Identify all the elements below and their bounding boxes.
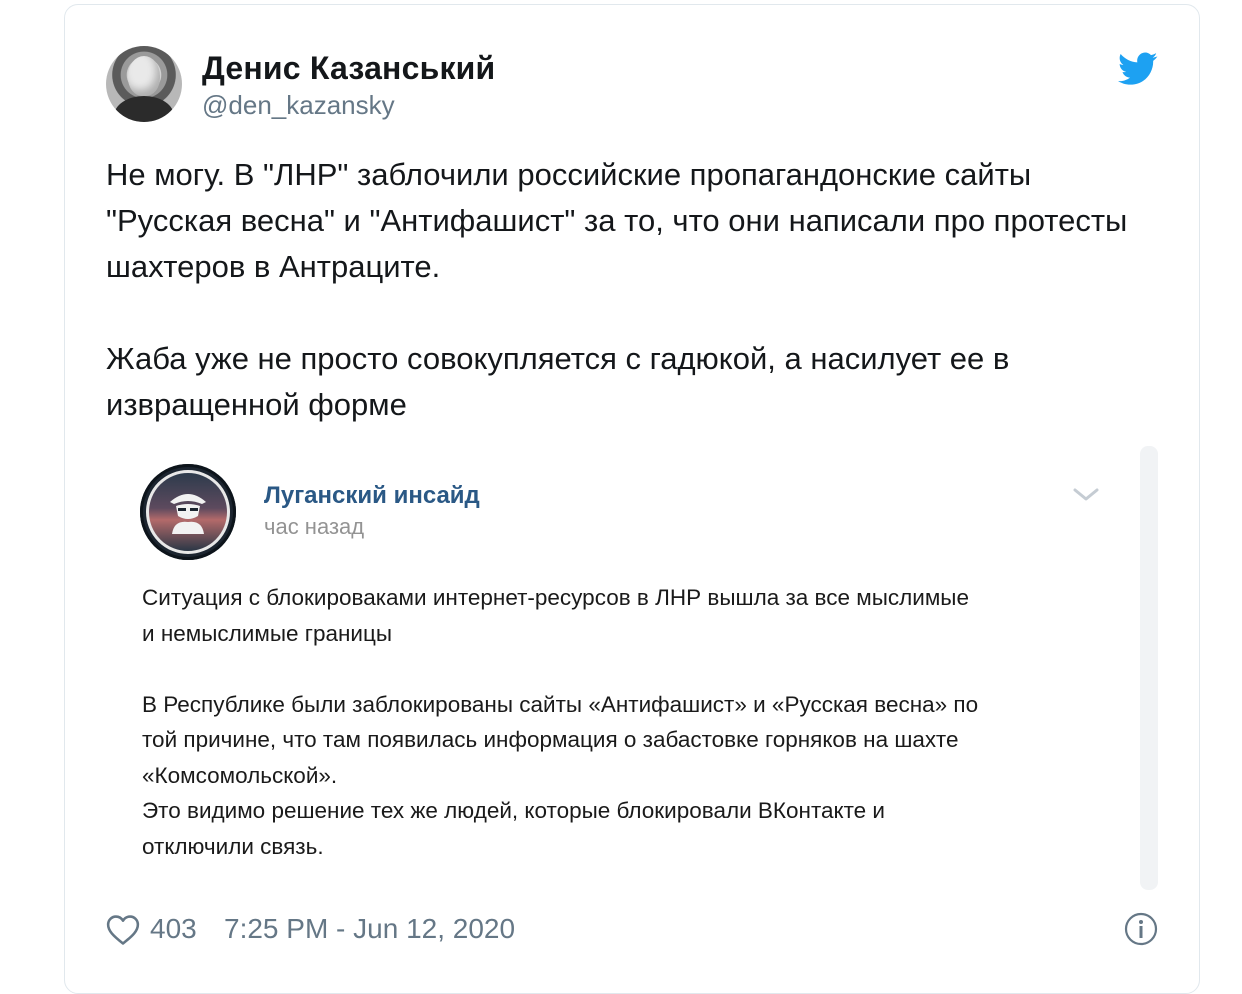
avatar-head [128,56,160,96]
like-count[interactable]: 403 [150,913,197,945]
author-avatar[interactable] [106,46,182,122]
tweet-timestamp[interactable]: 7:25 PM - Jun 12, 2020 [224,913,515,945]
author-handle[interactable]: @den_kazansky [202,90,395,121]
post-line: В Республике были заблокированы сайты «А… [142,691,979,717]
tweet-paragraph-1: Не могу. В "ЛНР" заблочили российские пр… [106,157,1128,284]
post-line: той причине, что там появилась информаци… [142,727,959,752]
post-text: Ситуация с блокироваками интернет-ресурс… [142,580,1122,864]
post-line: отключили связь. [142,833,324,859]
author-name[interactable]: Денис Казанський [202,50,495,87]
twitter-bird-icon[interactable] [1118,52,1158,86]
embed-scrollbar[interactable] [1140,446,1158,890]
chevron-down-icon[interactable] [1072,486,1100,504]
spy-icon [170,494,206,534]
channel-name[interactable]: Луганский инсайд [264,482,480,510]
tweet-text: Не могу. В "ЛНР" заблочили российские пр… [106,152,1146,428]
avatar-body [114,96,174,122]
post-line: Это видимо решение тех же людей, которые… [142,798,886,823]
info-icon[interactable] [1124,912,1158,946]
tweet-footer: 403 7:25 PM - Jun 12, 2020 [106,910,1166,950]
post-time[interactable]: час назад [264,514,364,540]
post-line: и немыслимые границы [142,620,393,646]
channel-avatar[interactable] [140,464,236,560]
tweet-paragraph-2: Жаба уже не просто совокупляется с гадюк… [106,341,1010,422]
post-line: «Комсомольской». [142,762,338,788]
post-line: Ситуация с блокироваками интернет-ресурс… [142,585,969,610]
heart-icon[interactable] [106,914,140,946]
